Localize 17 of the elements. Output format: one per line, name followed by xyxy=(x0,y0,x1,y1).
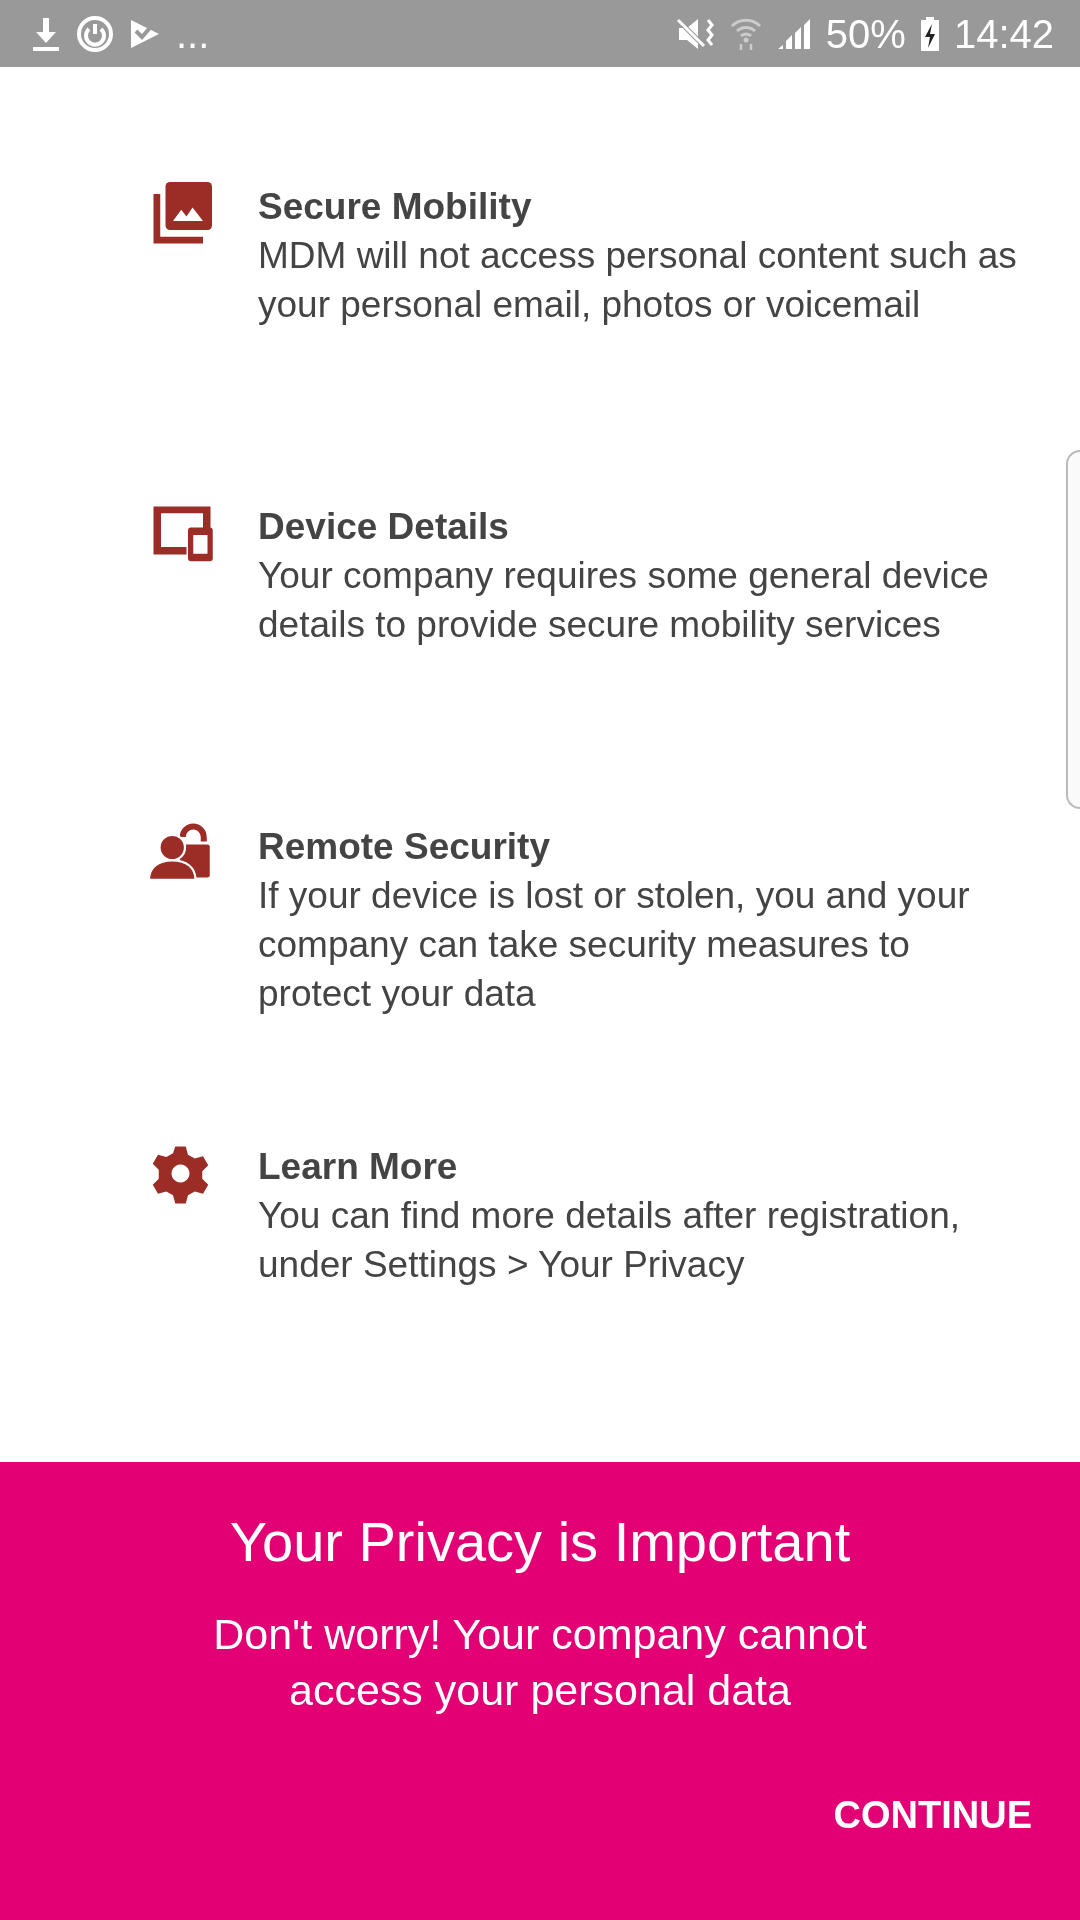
item-description: If your device is lost or stolen, you and your company can take security measures to protect your data xyxy=(258,874,971,1017)
battery-percent: 50% xyxy=(825,11,906,56)
item-title: Remote Security xyxy=(258,825,551,870)
banner-text: Don't worry! Your company cannot access your personal data xyxy=(212,1609,868,1717)
download-icon xyxy=(30,15,62,52)
edge-panel-handle[interactable] xyxy=(1066,450,1080,809)
item-title: Learn More xyxy=(258,1145,459,1190)
item-title: Device Details xyxy=(258,505,510,550)
item-title: Secure Mobility xyxy=(258,185,533,230)
banner-title: Your Privacy is Important xyxy=(229,1512,851,1573)
more-notifications: ... xyxy=(176,11,210,56)
battery-charging-icon xyxy=(919,15,940,52)
continue-button[interactable]: CONTINUE xyxy=(831,1788,1034,1844)
clock: 14:42 xyxy=(953,11,1054,56)
item-description: MDM will not access personal content such as your personal email, photos or voicemail xyxy=(258,234,1018,328)
item-description: Your company requires some general device details to provide secure mobility services xyxy=(258,554,990,648)
item-description: You can find more details after registration, under Settings > Your Privacy xyxy=(258,1194,962,1288)
